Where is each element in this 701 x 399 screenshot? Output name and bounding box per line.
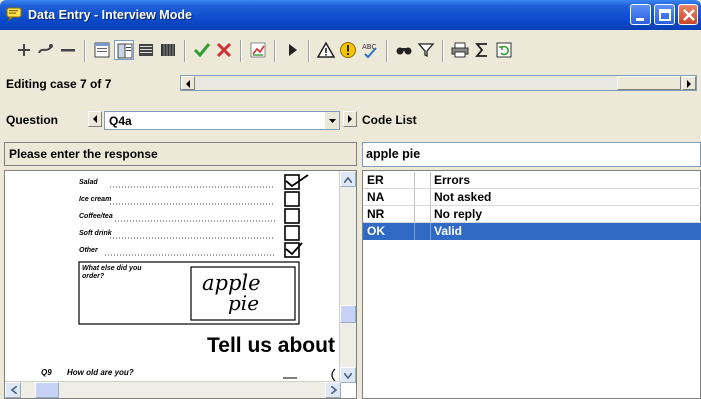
alert-exclamation-icon[interactable] [338,40,358,60]
question-prompt: Please enter the response [4,142,357,166]
title-bar[interactable]: Data Entry - Interview Mode [0,0,701,30]
form-q9-number: Q9 [41,368,52,377]
grid-view-icon[interactable] [158,40,178,60]
toolbar-separator [308,40,310,62]
form-item-soft-drink: Soft drink [79,230,112,237]
spellcheck-icon[interactable]: ABC [360,40,380,60]
table-view-icon[interactable] [136,40,156,60]
question-select-value: Q4a [109,114,132,128]
play-next-icon[interactable] [282,40,302,60]
refresh-calc-icon[interactable] [494,40,514,60]
code-row-nr[interactable]: NR No reply [363,206,701,223]
scroll-up-button[interactable] [340,171,356,187]
other-prompt-line1: What else did you [82,265,142,272]
code-description: No reply [434,207,483,221]
form-item-ice-cream: Ice cream [79,196,112,203]
sum-sigma-icon[interactable] [472,40,492,60]
form-item-salad: Salad [79,179,98,186]
form-image-panel[interactable]: Salad Ice cream Coffee/tea Soft drink Ot… [4,170,357,399]
form-q9-text: How old are you? [67,368,134,377]
code-description: Not asked [434,190,492,204]
code-row-ok[interactable]: OK Valid [363,223,701,240]
code-list-table: ER Errors NA Not asked NR No reply OK Va… [362,170,701,399]
case-scroll-right-button[interactable] [682,76,696,90]
app-icon [6,7,22,22]
response-input[interactable]: apple pie [362,142,701,167]
split-view-icon[interactable] [114,40,134,60]
other-prompt-line2: order? [82,273,105,280]
scanned-form-image: Salad Ice cream Coffee/tea Soft drink Ot… [5,171,341,383]
toolbar-separator [386,40,388,62]
scroll-down-button[interactable] [340,367,356,383]
filter-funnel-icon[interactable] [416,40,436,60]
toolbar-separator [84,40,86,62]
case-scroll-left-button[interactable] [181,76,195,90]
form-item-other: Other [79,247,98,254]
window-title: Data Entry - Interview Mode [28,8,192,22]
warning-triangle-icon[interactable] [316,40,336,60]
close-button[interactable] [678,4,698,25]
code-value: ER [367,173,384,187]
question-select[interactable]: Q4a [104,111,340,130]
toolbar-separator [240,40,242,62]
scroll-right-button[interactable] [325,382,341,398]
scroll-thumb[interactable] [340,305,356,323]
case-scrollbar[interactable] [180,75,697,91]
code-value: NA [367,190,385,204]
code-description: Valid [434,224,463,238]
question-prompt-text: Please enter the response [9,147,158,161]
toolbar-separator [274,40,276,62]
case-scroll-thumb[interactable] [617,76,681,90]
scroll-left-button[interactable] [5,382,21,398]
add-case-icon[interactable] [14,40,34,60]
code-row-na[interactable]: NA Not asked [363,189,701,206]
code-list-label: Code List [362,113,417,127]
single-view-icon[interactable] [92,40,112,60]
delete-case-icon[interactable] [58,40,78,60]
previous-question-button[interactable] [88,111,102,127]
print-icon[interactable] [450,40,470,60]
next-question-button[interactable] [343,111,357,127]
insert-case-icon[interactable] [36,40,56,60]
form-item-coffee-tea: Coffee/tea [79,213,113,220]
minimize-button[interactable] [630,4,651,25]
maximize-button[interactable] [654,4,675,25]
code-description: Errors [434,173,471,187]
code-row-er[interactable]: ER Errors [363,172,701,189]
toolbar: ABC [0,30,701,72]
toolbar-separator [184,40,186,62]
form-heading: Tell us about [207,334,335,357]
verify-icon[interactable] [248,40,268,60]
response-input-value: apple pie [366,147,421,161]
editing-case-status: Editing case 7 of 7 [6,77,112,91]
toolbar-separator [442,40,444,62]
reject-x-icon[interactable] [214,40,234,60]
handwriting-pie: pie [228,291,260,315]
code-value: NR [367,207,385,221]
question-label: Question [6,113,59,127]
image-horizontal-scrollbar[interactable] [5,381,341,398]
code-value: OK [367,224,385,238]
image-vertical-scrollbar[interactable] [339,171,356,383]
accept-check-icon[interactable] [192,40,212,60]
chevron-down-icon[interactable] [324,112,339,129]
binoculars-find-icon[interactable] [394,40,414,60]
horizontal-scroll-thumb[interactable] [35,382,59,398]
